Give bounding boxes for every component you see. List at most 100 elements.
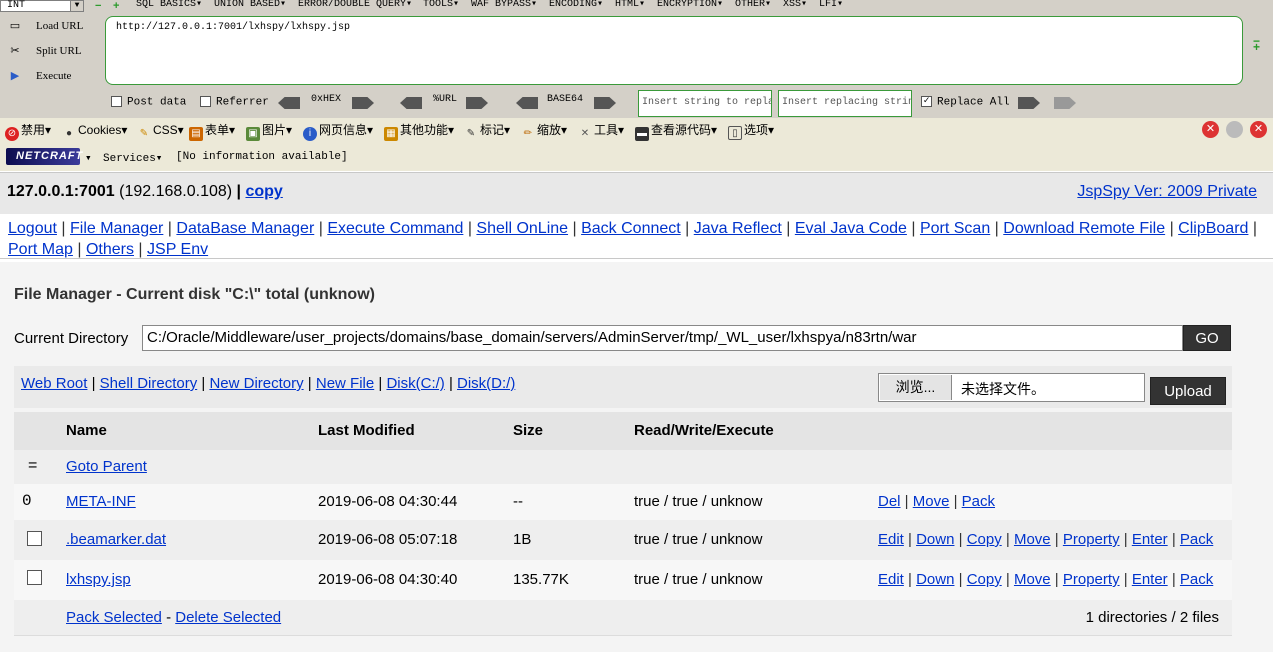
netcraft-dropdown-icon[interactable]: ▾ [85,151,92,165]
pack-selected-link[interactable]: Pack Selected [66,609,162,626]
goto-parent-link[interactable]: Goto Parent [66,458,147,475]
file-upload-input[interactable]: 浏览... 未选择文件。 [878,373,1145,402]
pack-link[interactable]: Pack [962,493,995,510]
copy-link[interactable]: copy [245,183,282,200]
execute-button[interactable]: ▶ Execute [8,70,72,82]
nav-file-manager[interactable]: File Manager [70,220,163,237]
nav-port-scan[interactable]: Port Scan [920,220,990,237]
menu-error-double-query[interactable]: ERROR/DOUBLE QUERY▾ [298,0,412,10]
nav-jsp-env[interactable]: JSP Env [147,241,208,258]
menu-disable[interactable]: ⊘ 禁用▾ [5,121,51,141]
menu-other[interactable]: OTHER▾ [735,0,771,10]
file-name-link[interactable]: .beamarker.dat [66,531,166,548]
replace-arrow-icon[interactable] [1018,97,1040,109]
new-file-link[interactable]: New File [316,375,374,392]
delete-selected-link[interactable]: Delete Selected [175,609,281,626]
disk-c-link[interactable]: Disk(C:/) [386,375,444,392]
del-link[interactable]: Del [878,493,901,510]
browse-button[interactable]: 浏览... [880,375,952,400]
split-url-button[interactable]: ✂ Split URL [8,45,81,57]
enter-link[interactable]: Enter [1132,531,1168,548]
row-checkbox[interactable] [27,531,42,546]
menu-options[interactable]: ▯ 选项▾ [728,121,774,140]
close-red-icon[interactable]: ✕ [1202,121,1219,138]
menu-resize[interactable]: ✏ 缩放▾ [521,121,567,141]
nav-others[interactable]: Others [86,241,134,258]
edit-link[interactable]: Edit [878,531,904,548]
disk-d-link[interactable]: Disk(D:/) [457,375,515,392]
base64-encode-arrow-icon[interactable] [594,97,616,109]
menu-outline[interactable]: ✎ 标记▾ [464,121,510,141]
base64-decode-arrow-icon[interactable] [516,97,538,109]
move-link[interactable]: Move [1014,571,1051,588]
replacing-string-input[interactable]: Insert replacing string [778,90,912,117]
down-link[interactable]: Down [916,571,954,588]
menu-page-info[interactable]: i 网页信息▾ [303,121,373,141]
menu-lfi[interactable]: LFI▾ [819,0,843,10]
post-data-checkbox[interactable]: Post data [111,96,186,108]
copy-link[interactable]: Copy [967,571,1002,588]
current-directory-input[interactable]: C:/Oracle/Middleware/user_projects/domai… [142,325,1183,351]
referrer-checkbox[interactable]: Referrer [200,96,269,108]
hex-decode-arrow-icon[interactable] [278,97,300,109]
hex-encode-arrow-icon[interactable] [352,97,374,109]
circle-grey-icon[interactable] [1226,121,1243,138]
replace-all-checkbox[interactable]: ✓ Replace All [921,96,1010,108]
menu-sql-basics[interactable]: SQL BASICS▾ [136,0,202,10]
upload-button[interactable]: Upload [1150,377,1226,405]
down-link[interactable]: Down [916,531,954,548]
version-link[interactable]: JspSpy Ver: 2009 Private [1077,183,1257,201]
menu-css[interactable]: ✎ CSS▾ [137,121,184,141]
netcraft-services-menu[interactable]: Services▾ [103,151,162,165]
url-encode-arrow-icon[interactable] [466,97,488,109]
nav-port-map[interactable]: Port Map [8,241,73,258]
file-name-link[interactable]: META-INF [66,493,136,510]
plus-icon[interactable]: + [113,1,119,12]
file-name-link[interactable]: lxhspy.jsp [66,571,131,588]
shell-directory-link[interactable]: Shell Directory [100,375,198,392]
pack-link[interactable]: Pack [1180,571,1213,588]
menu-encoding[interactable]: ENCODING▾ [549,0,603,10]
row-checkbox[interactable] [27,570,42,585]
replace-back-arrow-icon[interactable] [1054,97,1076,109]
load-url-button[interactable]: ▭ Load URL [8,20,84,32]
nav-java-reflect[interactable]: Java Reflect [694,220,782,237]
enter-link[interactable]: Enter [1132,571,1168,588]
property-link[interactable]: Property [1063,531,1120,548]
nav-execute-command[interactable]: Execute Command [327,220,463,237]
menu-xss[interactable]: XSS▾ [783,0,807,10]
netcraft-logo[interactable]: NETCRAFT [6,148,82,165]
menu-forms[interactable]: ▤ 表单▾ [189,121,235,141]
nav-eval-java-code[interactable]: Eval Java Code [795,220,907,237]
hackbar-type-select[interactable]: INT ▼ [0,0,84,12]
nav-back-connect[interactable]: Back Connect [581,220,681,237]
menu-tools[interactable]: ✕ 工具▾ [578,121,624,141]
go-button[interactable]: GO [1183,325,1231,351]
minus-icon[interactable]: − [95,1,101,12]
nav-download-remote-file[interactable]: Download Remote File [1003,220,1165,237]
menu-html[interactable]: HTML▾ [615,0,645,10]
enlarge-icon[interactable]: + [1253,41,1263,53]
property-link[interactable]: Property [1063,571,1120,588]
menu-view-source[interactable]: ▬ 查看源代码▾ [635,121,717,141]
menu-tools[interactable]: TOOLS▾ [423,0,459,10]
move-link[interactable]: Move [913,493,950,510]
nav-logout[interactable]: Logout [8,220,57,237]
menu-waf-bypass[interactable]: WAF BYPASS▾ [471,0,537,10]
edit-link[interactable]: Edit [878,571,904,588]
nav-shell-online[interactable]: Shell OnLine [476,220,568,237]
insert-string-input[interactable]: Insert string to replace [638,90,772,117]
menu-cookies[interactable]: ● Cookies▾ [62,121,127,141]
url-decode-arrow-icon[interactable] [400,97,422,109]
copy-link[interactable]: Copy [967,531,1002,548]
new-directory-link[interactable]: New Directory [209,375,303,392]
hackbar-url-textarea[interactable]: http://127.0.0.1:7001/lxhspy/lxhspy.jsp [105,16,1243,85]
nav-clipboard[interactable]: ClipBoard [1178,220,1248,237]
nav-database-manager[interactable]: DataBase Manager [176,220,314,237]
pack-link[interactable]: Pack [1180,531,1213,548]
menu-misc[interactable]: ▦ 其他功能▾ [384,121,454,141]
move-link[interactable]: Move [1014,531,1051,548]
close-red-icon[interactable]: ✕ [1250,121,1267,138]
menu-union-based[interactable]: UNION BASED▾ [214,0,286,10]
menu-images[interactable]: ▣ 图片▾ [246,121,292,141]
